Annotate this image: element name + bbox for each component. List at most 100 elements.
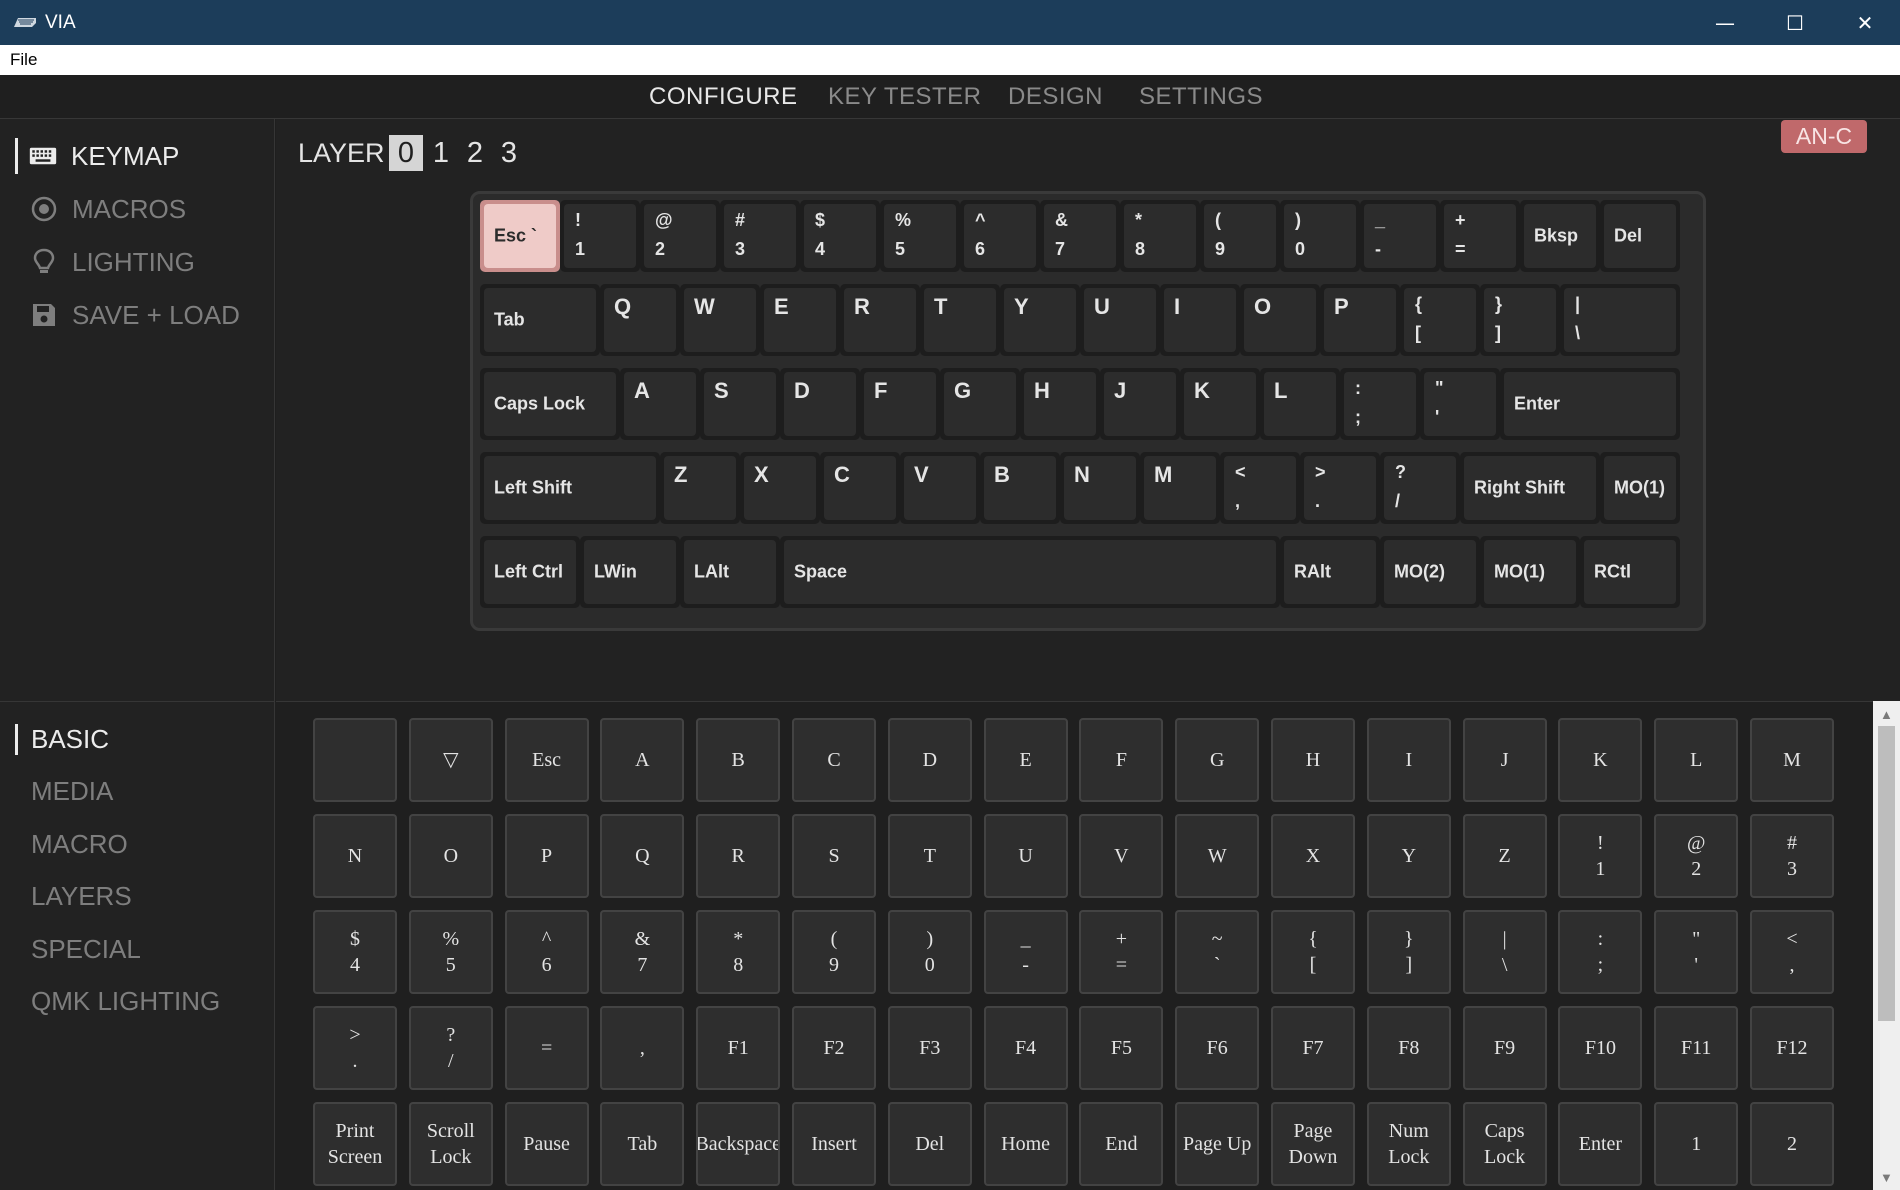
palette-key[interactable]: X — [1271, 814, 1355, 898]
keyboard-key[interactable]: F — [860, 368, 940, 440]
palette-key[interactable]: C — [792, 718, 876, 802]
palette-key[interactable]: #3 — [1750, 814, 1834, 898]
keyboard-key[interactable]: P — [1320, 284, 1400, 356]
palette-key[interactable]: ) 0 — [887, 910, 972, 994]
palette-key[interactable]: 2 — [1750, 1102, 1834, 1186]
keyboard-key[interactable]: S — [700, 368, 780, 440]
palette-key[interactable]: O — [408, 814, 493, 898]
keyboard-key[interactable]: ? / — [1380, 452, 1460, 524]
palette-key[interactable]: U — [983, 814, 1068, 898]
palette-key[interactable]: (9 — [792, 910, 876, 994]
sidebar-item-macros[interactable]: MACROS — [30, 191, 186, 227]
palette-key[interactable]: _ - — [983, 910, 1068, 994]
keyboard-key[interactable]: W — [680, 284, 760, 356]
palette-key[interactable]: F10 — [1558, 1006, 1643, 1090]
keyboard-key[interactable]: R — [840, 284, 920, 356]
palette-key[interactable]: W — [1175, 814, 1260, 898]
palette-key[interactable]: Pause — [504, 1102, 589, 1186]
palette-scrollbar[interactable]: ▲ ▼ — [1873, 701, 1900, 1190]
palette-key[interactable]: F8 — [1366, 1006, 1451, 1090]
palette-key[interactable]: ? / — [408, 1006, 493, 1090]
palette-key[interactable]: F3 — [887, 1006, 972, 1090]
keyboard-key[interactable]: MO(1) — [1600, 452, 1680, 524]
category-special[interactable]: SPECIAL — [31, 934, 141, 965]
palette-key[interactable]: F1 — [696, 1006, 781, 1090]
keyboard-key[interactable]: + = — [1440, 200, 1520, 272]
category-qmk-lighting[interactable]: QMK LIGHTING — [31, 986, 220, 1017]
keyboard-key[interactable]: % 5 — [880, 200, 960, 272]
keyboard-key[interactable]: N — [1060, 452, 1140, 524]
keyboard-key[interactable]: D — [780, 368, 860, 440]
keyboard-key[interactable]: LAlt — [680, 536, 780, 608]
palette-key[interactable]: 1 — [1654, 1102, 1739, 1186]
palette-key[interactable]: K — [1558, 718, 1643, 802]
palette-key[interactable]: * 8 — [696, 910, 781, 994]
keyboard-key[interactable]: & 7 — [1040, 200, 1120, 272]
keyboard-key[interactable]: #3 — [720, 200, 800, 272]
keyboard-key[interactable]: :; — [1340, 368, 1420, 440]
palette-key[interactable]: Scroll Lock — [408, 1102, 493, 1186]
palette-key[interactable]: D — [887, 718, 972, 802]
keyboard-key[interactable]: Right Shift — [1460, 452, 1600, 524]
palette-key[interactable]: A — [600, 718, 685, 802]
palette-key[interactable]: F9 — [1462, 1006, 1547, 1090]
palette-key[interactable]: F5 — [1079, 1006, 1164, 1090]
palette-key[interactable]: & 7 — [600, 910, 685, 994]
palette-key[interactable]: {[ — [1271, 910, 1355, 994]
palette-key[interactable]: = — [504, 1006, 589, 1090]
palette-key[interactable]: Backspace — [696, 1102, 781, 1186]
palette-key[interactable]: Z — [1462, 814, 1547, 898]
keyboard-key[interactable]: Z — [660, 452, 740, 524]
minimize-button[interactable]: — — [1690, 0, 1760, 45]
layer-2-button[interactable]: 2 — [458, 135, 492, 171]
keyboard-key[interactable]: | \ — [1560, 284, 1680, 356]
keyboard-key[interactable]: ) 0 — [1280, 200, 1360, 272]
keyboard-key[interactable]: {[ — [1400, 284, 1480, 356]
keyboard-key[interactable]: K — [1180, 368, 1260, 440]
keyboard-key[interactable]: $4 — [800, 200, 880, 272]
layer-1-button[interactable]: 1 — [424, 135, 458, 171]
tab-key-tester[interactable]: KEY TESTER — [828, 83, 982, 111]
palette-key[interactable]: F2 — [792, 1006, 876, 1090]
keyboard-key[interactable]: T — [920, 284, 1000, 356]
palette-key[interactable]: T — [887, 814, 972, 898]
keyboard-key[interactable]: B — [980, 452, 1060, 524]
palette-key[interactable]: + = — [1079, 910, 1164, 994]
palette-key[interactable]: Insert — [792, 1102, 876, 1186]
palette-key[interactable]: Y — [1366, 814, 1451, 898]
palette-key[interactable]: N — [313, 814, 397, 898]
keyboard-key[interactable]: H — [1020, 368, 1100, 440]
keyboard-key[interactable]: G — [940, 368, 1020, 440]
palette-key[interactable]: F — [1079, 718, 1164, 802]
palette-key[interactable]: I — [1366, 718, 1451, 802]
menu-file[interactable]: File — [10, 50, 37, 70]
keyboard-key[interactable]: ^ 6 — [960, 200, 1040, 272]
palette-key[interactable] — [313, 718, 397, 802]
palette-key[interactable]: P — [504, 814, 589, 898]
palette-key[interactable]: E — [983, 718, 1068, 802]
keyboard-key[interactable]: Tab — [480, 284, 600, 356]
palette-key[interactable]: Print Screen — [313, 1102, 397, 1186]
palette-key[interactable]: B — [696, 718, 781, 802]
scroll-up-icon[interactable]: ▲ — [1880, 707, 1893, 722]
sidebar-item-keymap[interactable]: KEYMAP — [15, 138, 179, 174]
palette-key[interactable]: <, — [1750, 910, 1834, 994]
palette-key[interactable]: F6 — [1175, 1006, 1260, 1090]
palette-key[interactable]: @2 — [1654, 814, 1739, 898]
category-media[interactable]: MEDIA — [31, 776, 113, 807]
keyboard-key[interactable]: Del — [1600, 200, 1680, 272]
palette-key[interactable]: ~ ` — [1175, 910, 1260, 994]
keyboard-key[interactable]: MO(1) — [1480, 536, 1580, 608]
keyboard-key[interactable]: <, — [1220, 452, 1300, 524]
palette-key[interactable]: | \ — [1462, 910, 1547, 994]
keyboard-key[interactable]: O — [1240, 284, 1320, 356]
keyboard-key[interactable]: Y — [1000, 284, 1080, 356]
keyboard-key[interactable]: @2 — [640, 200, 720, 272]
category-macro[interactable]: MACRO — [31, 829, 128, 860]
keyboard-key[interactable]: M — [1140, 452, 1220, 524]
palette-key[interactable]: % 5 — [408, 910, 493, 994]
layer-0-button[interactable]: 0 — [389, 135, 423, 171]
scroll-thumb[interactable] — [1878, 726, 1895, 1021]
palette-key[interactable]: $4 — [313, 910, 397, 994]
keyboard-key[interactable]: }] — [1480, 284, 1560, 356]
